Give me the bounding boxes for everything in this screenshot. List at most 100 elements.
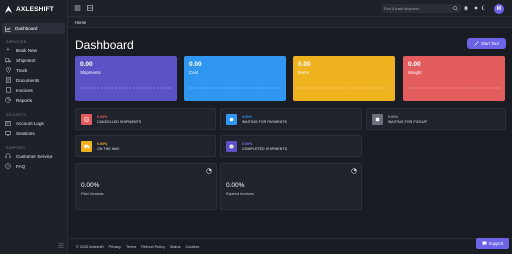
stat-label: Cost: [189, 70, 199, 75]
sidebar-item-shipment[interactable]: Shipment: [0, 55, 67, 65]
stat-card-cost[interactable]: 0.00 Cost: [184, 56, 286, 101]
footer-link-status[interactable]: Status: [170, 245, 181, 249]
avatar[interactable]: M: [494, 4, 504, 14]
pie-chart-icon: [351, 168, 357, 174]
truck-icon: [5, 57, 11, 63]
start-tour-button[interactable]: Start Tour: [467, 38, 506, 49]
info-card-completed[interactable]: 0.00% COMPLETED SHIPMENTS: [220, 135, 362, 157]
page-title: Dashboard: [75, 38, 134, 52]
breadcrumb-home[interactable]: Home: [75, 20, 86, 25]
footer-link-refund-policy[interactable]: Refund Policy: [141, 245, 164, 249]
grid-icon[interactable]: [86, 5, 93, 12]
sidebar-item-label: Reports: [16, 97, 33, 103]
sidebar-section-security: SECURITY: [6, 113, 27, 117]
bell-icon[interactable]: [462, 5, 469, 12]
sidebar: AXLESHIFT Dashboard SERVICES + Book New …: [0, 0, 68, 254]
stat-sparkline: [408, 87, 500, 89]
info-label: COMPLETED SHIPMENTS: [242, 147, 288, 151]
footer-link-terms[interactable]: Terms: [126, 245, 136, 249]
stat-card-weight[interactable]: 0.00 Weight: [403, 56, 505, 101]
footer-link-privacy[interactable]: Privacy: [109, 245, 121, 249]
topbar: M: [68, 0, 512, 17]
sidebar-item-sessions[interactable]: Sessions: [0, 128, 67, 138]
info-percent: 0.00%: [242, 142, 253, 146]
reports-icon: [5, 97, 11, 103]
menu-icon[interactable]: [74, 5, 81, 12]
stat-sparkline: [298, 87, 390, 89]
invoice-card-expired[interactable]: 0.00% Expired Invoices: [220, 163, 362, 210]
stat-label: Items: [298, 70, 309, 75]
sidebar-item-dashboard[interactable]: Dashboard: [2, 23, 65, 34]
sidebar-item-reports[interactable]: Reports: [0, 95, 67, 105]
stat-value: 0.00: [408, 61, 421, 68]
pickup-icon: [372, 114, 383, 125]
invoice-value: 0.00%: [81, 182, 100, 189]
logo-icon: [4, 5, 13, 14]
start-tour-label: Start Tour: [480, 41, 500, 46]
sidebar-item-customer-service[interactable]: Customer Service: [0, 151, 67, 161]
info-percent: 0.00%: [97, 142, 108, 146]
chart-icon: [5, 26, 11, 32]
stat-card-shipments[interactable]: 0.00 Shipments: [75, 56, 177, 101]
support-label: Support: [488, 241, 504, 246]
stat-sparkline: [189, 87, 281, 89]
logs-icon: [5, 120, 11, 126]
cancel-icon: [81, 114, 92, 125]
stat-sparkline: [80, 87, 172, 89]
sidebar-item-account-logs[interactable]: Account Logs: [0, 118, 67, 128]
search-box[interactable]: [381, 4, 461, 13]
invoice-label: Expired Invoices: [226, 192, 254, 196]
check-icon: [226, 141, 237, 152]
invoice-icon: [5, 87, 11, 93]
stat-label: Shipments: [80, 70, 101, 75]
sidebar-item-invoices[interactable]: Invoices: [0, 85, 67, 95]
sessions-icon: [5, 130, 11, 136]
breadcrumb: Home: [68, 17, 512, 28]
sidebar-item-label: Customer Service: [16, 153, 53, 159]
sidebar-item-label: FAQ: [16, 163, 26, 169]
payment-icon: [226, 114, 237, 125]
info-label: CANCELLED SHIPMENTS: [97, 120, 142, 124]
chat-icon: [482, 241, 487, 247]
invoice-value: 0.00%: [226, 182, 245, 189]
stat-value: 0.00: [189, 61, 202, 68]
sidebar-item-label: Dashboard: [15, 26, 38, 31]
svg-text:?: ?: [7, 164, 9, 168]
stat-value: 0.00: [298, 61, 311, 68]
info-card-waiting-payments[interactable]: 0.00% WAITING FOR PAYMENTS: [220, 108, 362, 130]
theme-moon-icon[interactable]: [480, 5, 487, 12]
sidebar-section-support: SUPPORT: [6, 146, 26, 150]
info-card-on-the-way[interactable]: 0.00% ON THE WAY: [75, 135, 216, 157]
plus-icon: +: [6, 46, 10, 53]
search-icon[interactable]: [453, 6, 458, 12]
pie-chart-icon: [206, 168, 212, 174]
sidebar-item-label: Invoices: [16, 87, 33, 93]
support-button[interactable]: Support: [476, 238, 509, 249]
stat-card-items[interactable]: 0.00 Items: [293, 56, 395, 101]
sidebar-item-label: Shipment: [16, 57, 36, 63]
info-card-waiting-pickup[interactable]: 0.00% WAITING FOR PICKUP: [366, 108, 506, 130]
info-percent: 0.00%: [97, 115, 108, 119]
theme-sun-icon[interactable]: [472, 5, 479, 12]
sidebar-item-faq[interactable]: ? FAQ: [0, 161, 67, 171]
info-percent: 0.00%: [388, 115, 399, 119]
brand[interactable]: AXLESHIFT: [0, 0, 67, 18]
headset-icon: [5, 153, 11, 159]
footer-link-cookies[interactable]: Cookies: [186, 245, 200, 249]
sidebar-item-label: Sessions: [16, 130, 35, 136]
document-icon: [5, 77, 11, 83]
sidebar-item-label: Account Logs: [16, 120, 44, 126]
sidebar-item-book-new[interactable]: + Book New: [0, 45, 67, 55]
footer-copyright: © 2025 Axleshift: [76, 244, 104, 249]
sidebar-item-label: Book New: [16, 47, 37, 53]
search-input[interactable]: [384, 6, 454, 11]
sidebar-item-track[interactable]: Track: [0, 65, 67, 75]
invoice-card-paid[interactable]: 0.00% Paid Invoices: [75, 163, 217, 210]
info-card-cancelled[interactable]: 0.00% CANCELLED SHIPMENTS: [75, 108, 216, 130]
sidebar-item-label: Track: [16, 67, 28, 73]
faq-icon: ?: [5, 163, 11, 169]
sidebar-section-services: SERVICES: [6, 40, 27, 44]
truck-icon: [81, 141, 92, 152]
sidebar-collapse-icon[interactable]: [58, 243, 64, 249]
sidebar-item-documents[interactable]: Documents: [0, 75, 67, 85]
